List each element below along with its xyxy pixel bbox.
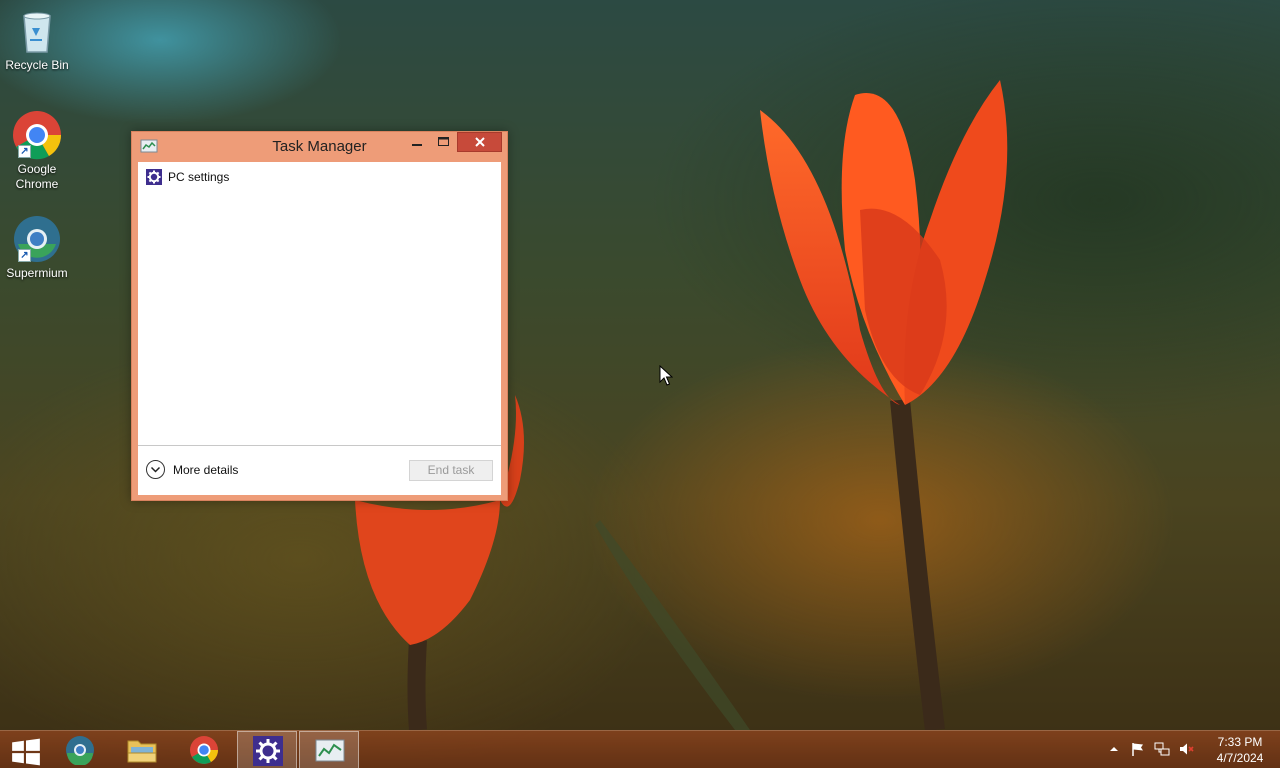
- maximize-button[interactable]: [430, 132, 457, 152]
- windows-logo-icon: [12, 738, 40, 766]
- maximize-icon: [438, 137, 449, 146]
- divider: [138, 445, 501, 446]
- system-tray: [1100, 731, 1210, 768]
- volume-muted-icon[interactable]: [1178, 741, 1194, 757]
- end-task-button[interactable]: End task: [409, 460, 493, 481]
- desktop-icon-google-chrome[interactable]: ↗ Google Chrome: [0, 110, 74, 192]
- desktop-icon-supermium[interactable]: ↗ Supermium: [0, 214, 74, 281]
- taskbar-button-file-explorer[interactable]: [112, 731, 172, 768]
- chrome-icon: ↗: [12, 110, 62, 160]
- task-manager-window: Task Manager PC settings More details En…: [131, 131, 508, 501]
- taskbar-button-chrome[interactable]: [174, 731, 234, 768]
- shortcut-arrow-icon: ↗: [18, 145, 31, 158]
- close-button[interactable]: [457, 132, 502, 152]
- clock[interactable]: 7:33 PM 4/7/2024: [1205, 734, 1275, 766]
- supermium-icon: [66, 736, 94, 765]
- task-manager-icon: [315, 739, 345, 762]
- taskbar-button-task-manager[interactable]: [299, 731, 359, 768]
- process-list: PC settings: [138, 162, 501, 445]
- mouse-cursor-icon: [659, 365, 673, 386]
- desktop-icon-label: Supermium: [6, 266, 68, 280]
- desktop-icon-label: Recycle Bin: [5, 58, 69, 72]
- supermium-icon: ↗: [12, 214, 62, 264]
- more-details-label: More details: [173, 463, 239, 477]
- minimize-icon: [411, 144, 422, 146]
- chevron-down-icon: [146, 460, 165, 479]
- folder-icon: [127, 740, 157, 763]
- desktop-icon-label: Google Chrome: [15, 162, 59, 191]
- taskbar-button-supermium[interactable]: [50, 731, 110, 768]
- process-name: PC settings: [168, 170, 230, 184]
- minimize-button[interactable]: [403, 132, 430, 152]
- network-icon[interactable]: [1154, 741, 1170, 757]
- clock-time: 7:33 PM: [1217, 735, 1263, 749]
- process-row-pc-settings[interactable]: PC settings: [138, 166, 501, 188]
- gear-icon: [253, 736, 283, 766]
- task-manager-client-area: PC settings More details End task: [138, 162, 501, 495]
- title-bar[interactable]: Task Manager: [132, 132, 507, 162]
- chrome-icon: [190, 736, 218, 764]
- show-hidden-icons-arrow[interactable]: [1106, 741, 1122, 757]
- taskbar: 7:33 PM 4/7/2024: [0, 730, 1280, 768]
- start-button[interactable]: [0, 731, 50, 768]
- action-center-flag-icon[interactable]: [1130, 741, 1146, 757]
- shortcut-arrow-icon: ↗: [18, 249, 31, 262]
- close-icon: [474, 137, 485, 147]
- taskbar-button-pc-settings[interactable]: [237, 731, 297, 768]
- recycle-bin-icon: [12, 6, 62, 56]
- clock-date: 4/7/2024: [1216, 751, 1264, 765]
- desktop-icon-recycle-bin[interactable]: Recycle Bin: [0, 6, 74, 73]
- pc-settings-gear-icon: [146, 169, 162, 185]
